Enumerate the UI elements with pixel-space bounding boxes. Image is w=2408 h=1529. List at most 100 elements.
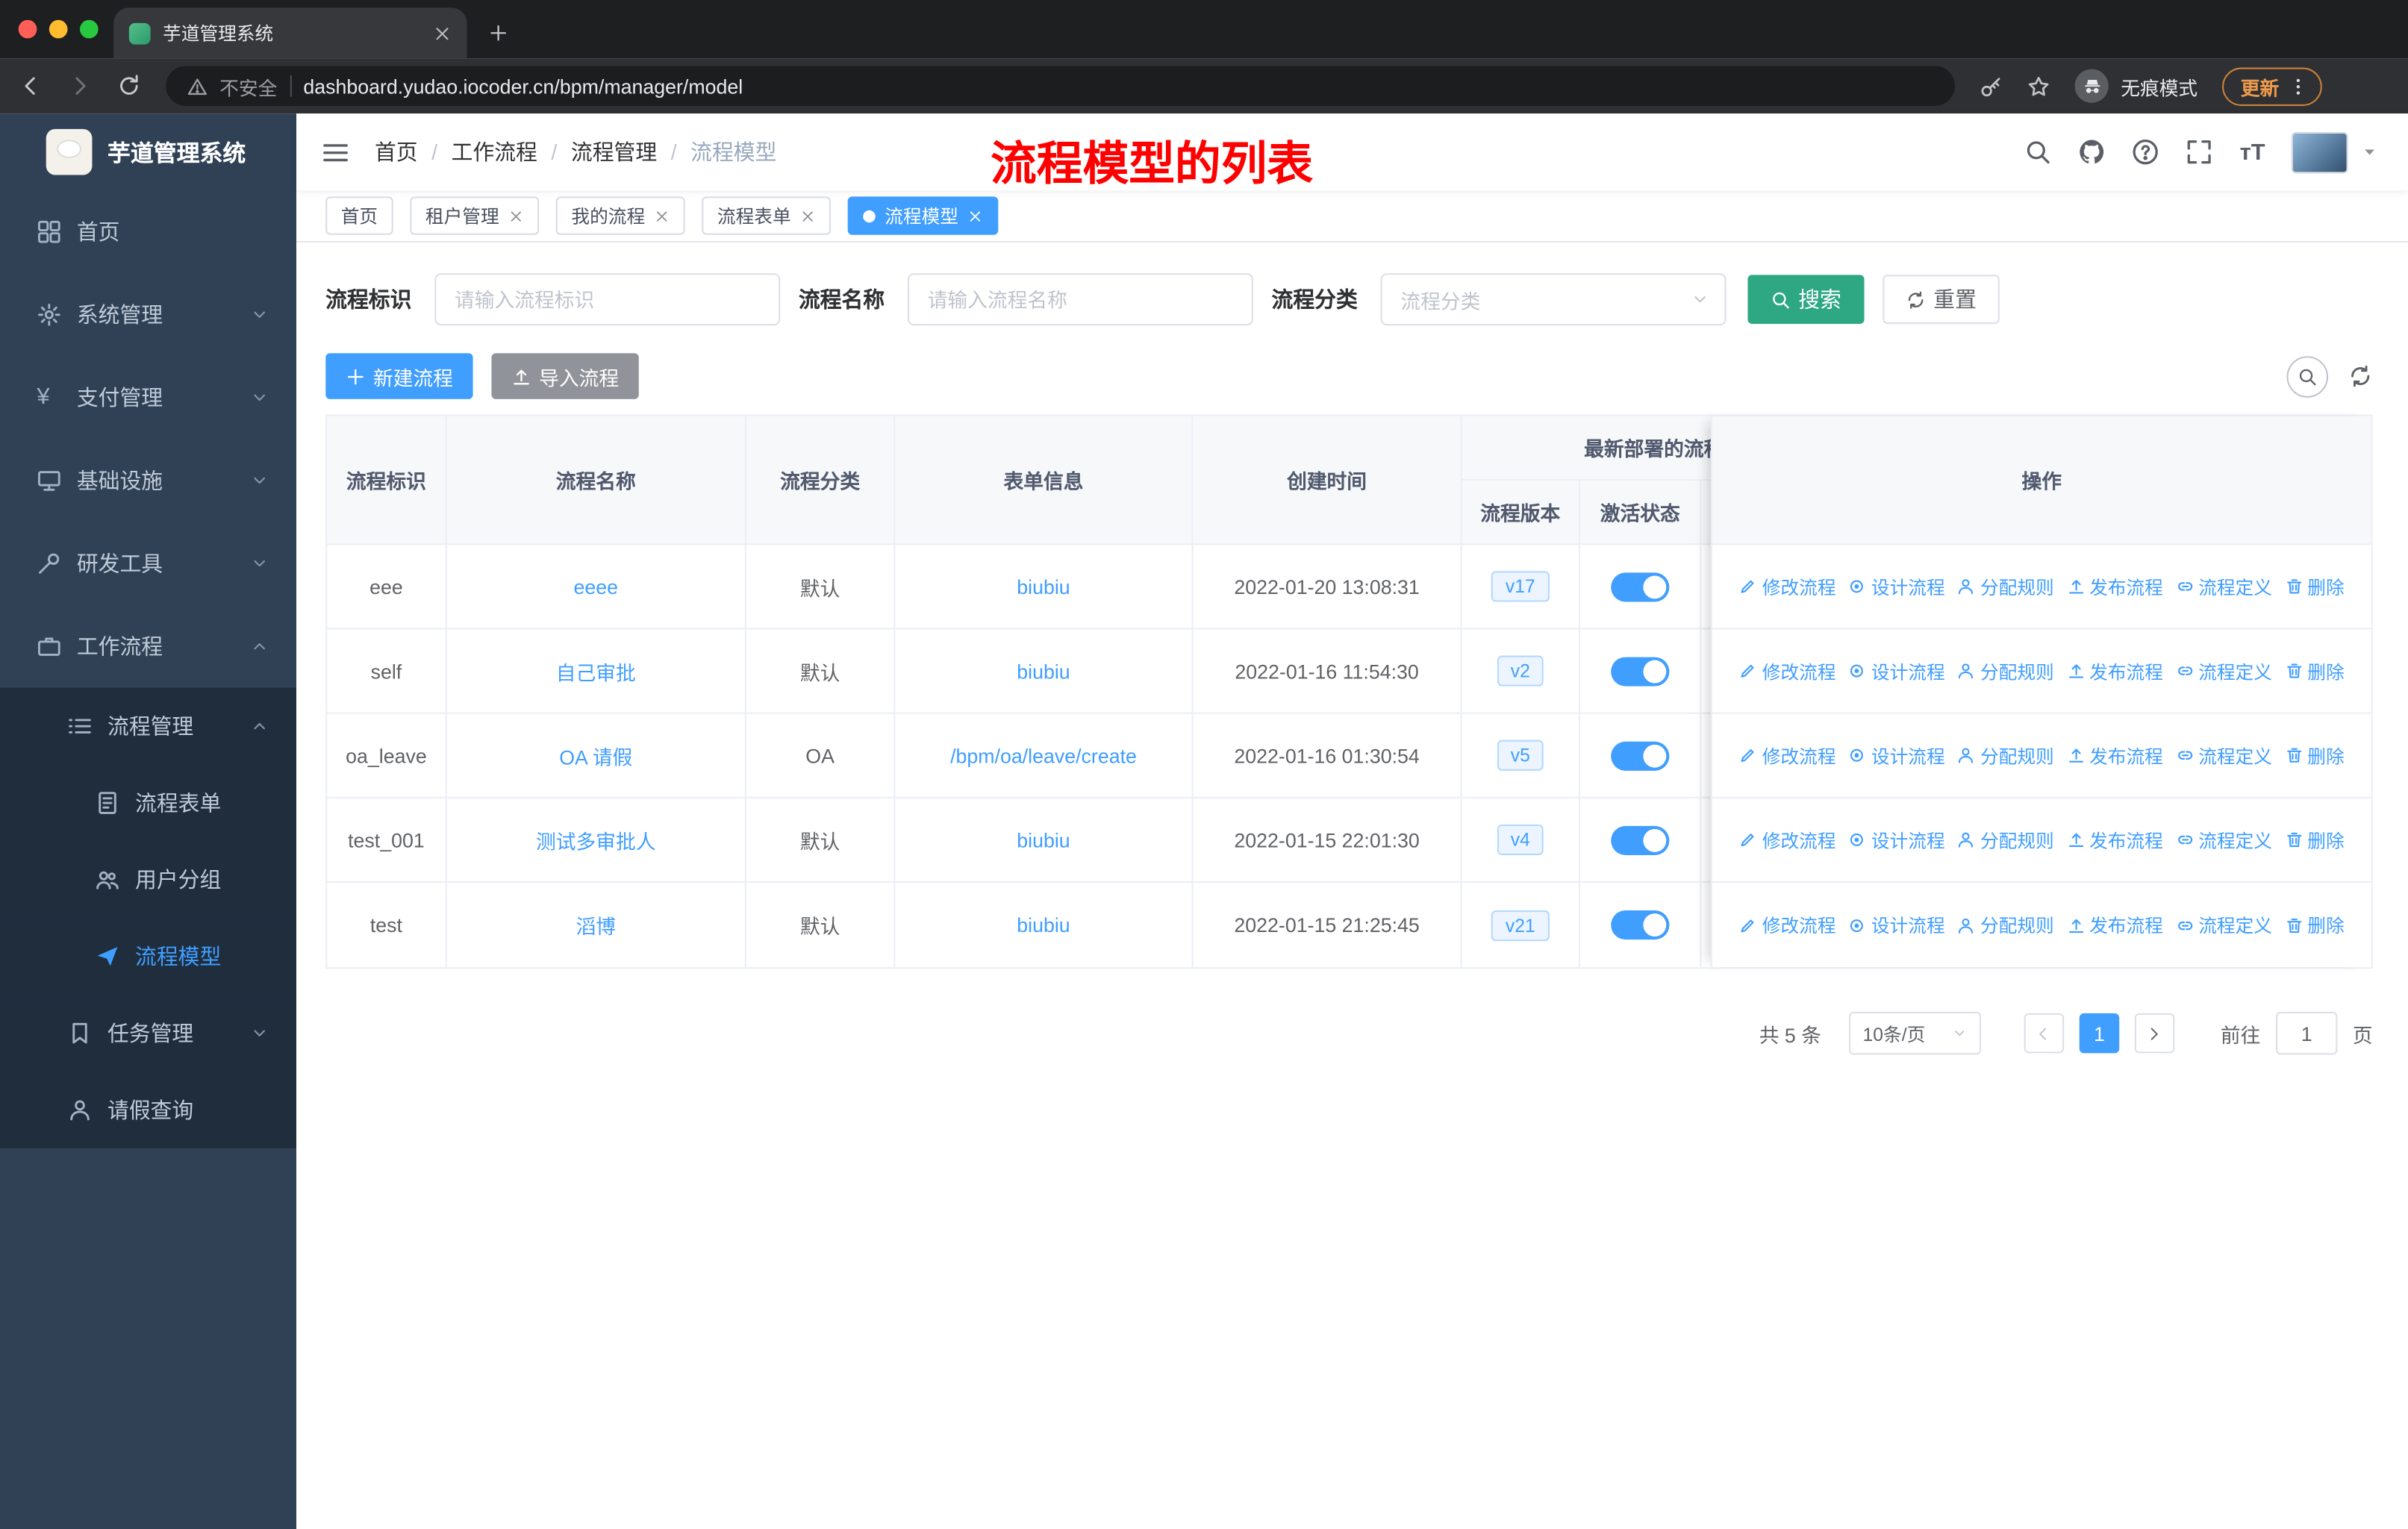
sidebar-item-process-form[interactable]: 流程表单 — [0, 764, 297, 842]
browser-update-button[interactable]: 更新 — [2222, 66, 2322, 105]
sidebar-item-devtools[interactable]: 研发工具 — [0, 522, 296, 605]
delete-link[interactable]: 删除 — [2284, 742, 2345, 769]
avatar[interactable] — [2291, 131, 2348, 173]
breadcrumb-workflow[interactable]: 工作流程 — [452, 137, 537, 167]
publish-process-link[interactable]: 发布流程 — [2066, 827, 2163, 853]
forward-button[interactable] — [68, 74, 93, 99]
tag-process-form[interactable]: 流程表单 — [702, 196, 832, 235]
process-definition-link[interactable]: 流程定义 — [2175, 912, 2272, 938]
sidebar-item-task-mgmt[interactable]: 任务管理 — [0, 995, 297, 1072]
hamburger-icon[interactable] — [321, 137, 350, 166]
process-definition-link[interactable]: 流程定义 — [2175, 573, 2272, 599]
publish-process-link[interactable]: 发布流程 — [2066, 912, 2163, 938]
prev-page-button[interactable] — [2024, 1013, 2065, 1054]
process-key-input[interactable] — [434, 273, 781, 326]
sidebar-item-payment[interactable]: ¥ 支付管理 — [0, 356, 296, 439]
breadcrumb-process-mgmt[interactable]: 流程管理 — [571, 137, 657, 167]
sidebar-item-system[interactable]: 系统管理 — [0, 273, 296, 356]
sidebar-item-process-mgmt[interactable]: 流程管理 — [0, 687, 297, 765]
publish-process-link[interactable]: 发布流程 — [2066, 742, 2163, 769]
process-definition-link[interactable]: 流程定义 — [2175, 658, 2272, 684]
sidebar-item-leave-query[interactable]: 请假查询 — [0, 1072, 297, 1148]
process-category-select[interactable]: 流程分类 — [1380, 273, 1727, 326]
new-tab-button[interactable] — [488, 23, 508, 43]
assign-rule-link[interactable]: 分配规则 — [1957, 827, 2054, 853]
modify-process-link[interactable]: 修改流程 — [1739, 912, 1836, 938]
delete-link[interactable]: 删除 — [2284, 658, 2345, 684]
form-info-link[interactable]: biubiu — [1017, 575, 1070, 598]
design-process-link[interactable]: 设计流程 — [1848, 827, 1945, 853]
publish-process-link[interactable]: 发布流程 — [2066, 658, 2163, 684]
assign-rule-link[interactable]: 分配规则 — [1957, 742, 2054, 769]
tag-tenant[interactable]: 租户管理 — [410, 196, 540, 235]
process-name-link[interactable]: 测试多审批人 — [536, 825, 656, 854]
help-icon[interactable] — [2133, 138, 2160, 166]
github-icon[interactable] — [2079, 138, 2106, 166]
bookmark-star-icon[interactable] — [2027, 75, 2050, 98]
active-toggle[interactable] — [1611, 656, 1670, 686]
modify-process-link[interactable]: 修改流程 — [1739, 658, 1836, 684]
tag-close-icon[interactable] — [508, 208, 524, 224]
sidebar-item-workflow[interactable]: 工作流程 — [0, 605, 296, 688]
modify-process-link[interactable]: 修改流程 — [1739, 573, 1836, 599]
process-definition-link[interactable]: 流程定义 — [2175, 827, 2272, 853]
design-process-link[interactable]: 设计流程 — [1848, 658, 1945, 684]
form-info-link[interactable]: biubiu — [1017, 913, 1070, 937]
refresh-table-button[interactable] — [2348, 364, 2373, 389]
goto-page-input[interactable] — [2276, 1011, 2338, 1055]
process-definition-link[interactable]: 流程定义 — [2175, 742, 2272, 769]
form-info-link[interactable]: biubiu — [1017, 828, 1070, 851]
tag-my-process[interactable]: 我的流程 — [555, 196, 685, 235]
modify-process-link[interactable]: 修改流程 — [1739, 742, 1836, 769]
tab-close-icon[interactable] — [433, 24, 452, 43]
reload-button[interactable] — [116, 74, 141, 99]
browser-tab[interactable]: 芋道管理系统 — [113, 7, 467, 59]
tag-home[interactable]: 首页 — [325, 196, 393, 235]
tag-close-icon[interactable] — [800, 208, 816, 224]
sidebar-item-user-group[interactable]: 用户分组 — [0, 841, 297, 919]
assign-rule-link[interactable]: 分配规则 — [1957, 658, 2054, 684]
active-toggle[interactable] — [1611, 825, 1670, 854]
delete-link[interactable]: 删除 — [2284, 827, 2345, 853]
tag-process-model[interactable]: 流程模型 — [847, 196, 999, 235]
active-toggle[interactable] — [1611, 572, 1670, 601]
design-process-link[interactable]: 设计流程 — [1848, 742, 1945, 769]
avatar-caret-icon[interactable] — [2362, 144, 2377, 160]
next-page-button[interactable] — [2134, 1013, 2175, 1054]
sidebar-item-process-model[interactable]: 流程模型 — [0, 918, 297, 995]
tag-close-icon[interactable] — [655, 208, 670, 224]
process-name-link[interactable]: eeee — [574, 575, 619, 598]
sidebar-item-home[interactable]: 首页 — [0, 190, 296, 273]
page-size-select[interactable]: 10条/页 — [1849, 1011, 1981, 1055]
delete-link[interactable]: 删除 — [2284, 573, 2345, 599]
chrome-menu-icon[interactable] — [2289, 76, 2309, 96]
active-toggle[interactable] — [1611, 910, 1670, 940]
delete-link[interactable]: 删除 — [2284, 912, 2345, 938]
reset-button[interactable]: 重置 — [1883, 275, 2000, 325]
tag-close-icon[interactable] — [967, 208, 983, 224]
create-process-button[interactable]: 新建流程 — [325, 353, 473, 399]
font-size-icon[interactable]: ᴛT — [2240, 139, 2265, 165]
sidebar-item-infra[interactable]: 基础设施 — [0, 439, 296, 522]
form-info-link[interactable]: biubiu — [1017, 660, 1070, 683]
breadcrumb-home[interactable]: 首页 — [375, 137, 418, 167]
form-info-link[interactable]: /bpm/oa/leave/create — [950, 744, 1137, 767]
close-window-button[interactable] — [18, 19, 37, 39]
process-name-link[interactable]: OA 请假 — [559, 741, 632, 770]
fullscreen-icon[interactable] — [2186, 138, 2214, 166]
address-bar[interactable]: 不安全 dashboard.yudao.iocoder.cn/bpm/manag… — [166, 66, 1956, 106]
search-icon[interactable] — [2025, 138, 2053, 166]
design-process-link[interactable]: 设计流程 — [1848, 912, 1945, 938]
design-process-link[interactable]: 设计流程 — [1848, 573, 1945, 599]
search-button[interactable]: 搜索 — [1747, 275, 1865, 325]
process-name-link[interactable]: 自己审批 — [556, 657, 636, 686]
password-key-icon[interactable] — [1980, 75, 2003, 98]
current-page-button[interactable]: 1 — [2079, 1013, 2120, 1054]
process-name-input[interactable] — [907, 273, 1253, 326]
assign-rule-link[interactable]: 分配规则 — [1957, 573, 2054, 599]
toggle-search-button[interactable] — [2286, 355, 2329, 397]
back-button[interactable] — [19, 74, 43, 99]
assign-rule-link[interactable]: 分配规则 — [1957, 912, 2054, 938]
active-toggle[interactable] — [1611, 740, 1670, 770]
modify-process-link[interactable]: 修改流程 — [1739, 827, 1836, 853]
